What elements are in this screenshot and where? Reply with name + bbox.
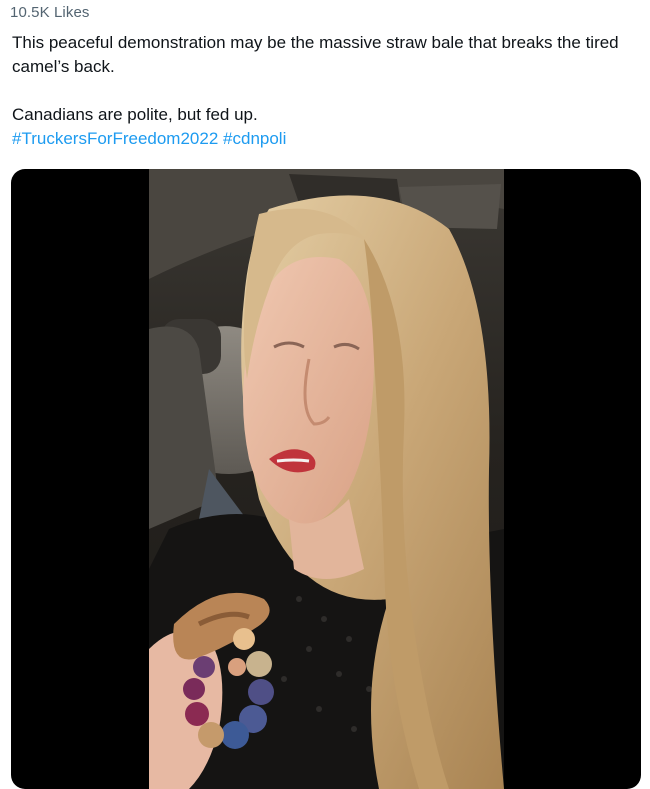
tweet-text: This peaceful demonstration may be the m… (12, 31, 644, 151)
video-frame[interactable] (149, 169, 504, 789)
hashtag-link-truckers[interactable]: #TruckersForFreedom2022 (12, 129, 218, 148)
likes-count[interactable]: 10.5K Likes (10, 4, 89, 21)
video-still-image (149, 169, 504, 789)
tweet-text-line: This peaceful demonstration may be the m… (12, 33, 619, 76)
tweet-text-line: Canadians are polite, but fed up. (12, 105, 258, 124)
hashtag-link-cdnpoli[interactable]: #cdnpoli (223, 129, 286, 148)
hashtag-list: #TruckersForFreedom2022 #cdnpoli (12, 127, 644, 151)
video-player[interactable] (11, 169, 641, 789)
